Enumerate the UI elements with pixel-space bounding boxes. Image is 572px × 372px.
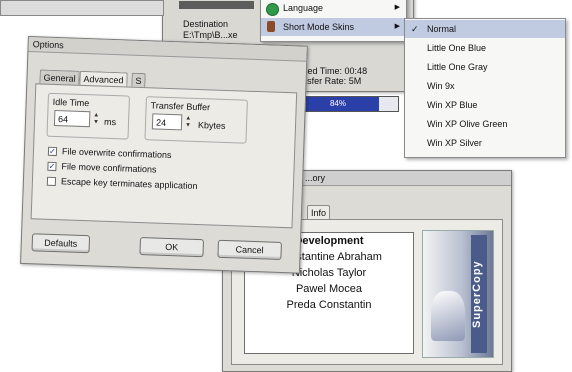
transfer-buffer-unit: Kbytes [197, 119, 226, 131]
transfer-buffer-input[interactable]: 24 [151, 113, 183, 131]
destination-value: E:\Tmp\B...xe [183, 30, 238, 40]
escape-key-checkbox[interactable] [46, 176, 57, 187]
transfer-buffer-stepper[interactable]: ▲ ▼ [184, 116, 192, 130]
globe-icon [266, 3, 279, 16]
destination-label: Destination [183, 19, 229, 29]
idle-time-input[interactable]: 64 [53, 109, 91, 128]
transfer-buffer-label: Transfer Buffer [150, 100, 211, 113]
skin-item[interactable]: ✓ Normal [405, 20, 565, 38]
transfer-rate-value: 5M [348, 76, 362, 86]
advanced-panel: Idle Time 64 ▲ ▼ ms Transfer Buffer 24 ▲ ▼… [30, 83, 298, 229]
credit-name: Preda Constantin [286, 299, 372, 311]
context-menu: Language ▶ Short Mode Skins ▶ [260, 0, 407, 42]
cancel-button[interactable]: Cancel [217, 239, 282, 260]
submenu-arrow-icon: ▶ [394, 4, 400, 11]
skin-item[interactable]: Win XP Silver [405, 134, 565, 152]
options-title: Options [32, 39, 64, 51]
idle-time-unit: ms [103, 116, 117, 128]
file-overwrite-checkbox[interactable]: ✓ [47, 146, 58, 157]
background-window-fragment [0, 0, 164, 16]
about-title: ...ory [305, 173, 326, 183]
skins-submenu: ✓ Normal Little One Blue Little One Gray… [404, 18, 566, 158]
skin-item[interactable]: Win 9x [405, 77, 565, 95]
menu-item-language[interactable]: Language ▶ [261, 0, 406, 17]
menu-bar-fragment [179, 1, 254, 9]
transfer-buffer-group: Transfer Buffer 24 ▲ ▼ Kbytes [144, 96, 248, 144]
credit-name: Pawel Mocea [295, 283, 363, 295]
skin-item[interactable]: Little One Blue [405, 39, 565, 57]
elapsed-time-value: 00:48 [344, 66, 368, 76]
submenu-arrow-icon: ▶ [394, 23, 400, 30]
skin-item[interactable]: Little One Gray [405, 58, 565, 76]
skin-item[interactable]: Win XP Olive Green [405, 115, 565, 133]
idle-time-group: Idle Time 64 ▲ ▼ ms [46, 92, 130, 140]
file-move-checkbox[interactable]: ✓ [47, 161, 57, 172]
defaults-button[interactable]: Defaults [31, 233, 91, 254]
menu-item-short-mode-skins[interactable]: Short Mode Skins ▶ [261, 18, 406, 36]
checkmark-icon: ✓ [411, 24, 419, 34]
idle-time-stepper[interactable]: ▲ ▼ [92, 112, 100, 126]
options-dialog: Options General Advanced S Idle Time 64 … [20, 36, 308, 274]
escape-key-label: Escape key terminates application [60, 176, 198, 192]
skin-item[interactable]: Win XP Blue [405, 96, 565, 114]
logo-text: SuperCopy [471, 235, 487, 353]
file-overwrite-label: File overwrite confirmations [61, 146, 172, 161]
logo-graphic [431, 291, 465, 341]
idle-time-label: Idle Time [52, 96, 90, 109]
product-logo: SuperCopy [422, 230, 494, 358]
ok-button[interactable]: OK [139, 237, 205, 258]
file-move-label: File move confirmations [61, 161, 157, 175]
skin-icon [267, 21, 275, 32]
